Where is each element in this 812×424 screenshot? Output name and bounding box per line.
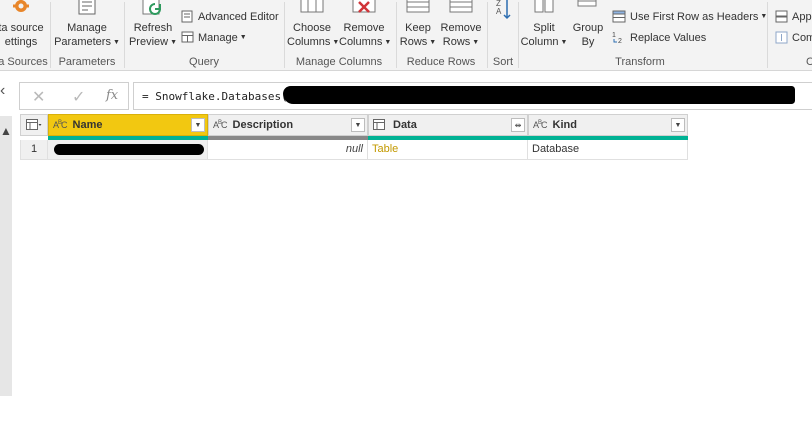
keep-rows-icon xyxy=(405,0,431,18)
collapse-queries-pane-icon[interactable]: ‹ xyxy=(0,82,5,100)
filter-dropdown-icon[interactable]: ▼ xyxy=(671,118,685,132)
group-by-label-2: By xyxy=(581,36,595,48)
svg-text:2: 2 xyxy=(618,38,622,44)
expand-column-icon[interactable]: ⇹ xyxy=(511,118,525,132)
manage-parameters-label-1: Manage xyxy=(67,22,107,34)
formula-bar-buttons: ✕ ✓ fx xyxy=(19,82,129,110)
cell-name-redaction xyxy=(54,144,204,155)
column-header-data[interactable]: Data ⇹ xyxy=(368,114,528,136)
manage-label: Manage xyxy=(198,31,238,44)
remove-columns-label-2: Columns ▼ xyxy=(339,36,392,48)
first-row-headers-icon xyxy=(612,10,626,23)
manage-table-icon xyxy=(181,31,194,43)
remove-rows-label-1: Remove xyxy=(440,22,482,34)
use-first-row-as-headers-button[interactable]: Use First Row as Headers ▼ xyxy=(612,10,767,23)
choose-columns-label-2: Columns ▼ xyxy=(287,36,340,48)
data-source-settings-icon xyxy=(10,0,32,18)
replace-values-icon: 12 xyxy=(612,32,622,44)
remove-columns-icon xyxy=(351,0,377,20)
remove-rows-label-2: Rows ▼ xyxy=(442,36,480,48)
append-queries-button[interactable]: App xyxy=(775,10,812,23)
cancel-formula-icon[interactable]: ✕ xyxy=(32,87,45,107)
group-label-combine: C xyxy=(800,56,812,68)
formula-redaction xyxy=(283,86,795,104)
ribbon-separator xyxy=(518,2,519,68)
group-label-parameters: Parameters xyxy=(58,56,116,68)
column-header-kind[interactable]: ABC Kind ▼ xyxy=(528,114,688,136)
ribbon-separator xyxy=(487,2,488,68)
group-label-data-sources: a Sources xyxy=(0,56,48,68)
ribbon: ta source ettings a Sources Manage Param… xyxy=(0,0,812,71)
commit-formula-icon[interactable]: ✓ xyxy=(72,87,85,107)
replace-values-button[interactable]: 12 Replace Values xyxy=(612,31,707,45)
cell-kind[interactable]: Database xyxy=(528,140,688,160)
filter-dropdown-icon[interactable]: ▼ xyxy=(191,118,205,132)
cell-description[interactable]: null xyxy=(208,140,368,160)
ribbon-separator xyxy=(124,2,125,68)
use-first-row-label: Use First Row as Headers xyxy=(630,10,759,23)
group-by-icon xyxy=(576,0,600,18)
ribbon-separator xyxy=(396,2,397,68)
advanced-editor-label: Advanced Editor xyxy=(198,10,279,23)
choose-columns-icon xyxy=(299,0,325,18)
keep-rows-label-2: Rows ▼ xyxy=(399,36,437,48)
combine-files-button[interactable]: Com xyxy=(775,31,812,44)
append-label: App xyxy=(792,10,812,23)
group-label-query: Query xyxy=(189,56,219,68)
refresh-preview-label-2: Preview ▼ xyxy=(128,36,178,48)
split-column-label-1: Split xyxy=(533,22,555,34)
scroll-up-icon[interactable]: ▲ xyxy=(0,124,12,138)
combine-files-icon xyxy=(775,31,788,44)
table-corner-menu[interactable] xyxy=(20,114,48,136)
advanced-editor-button[interactable]: Advanced Editor xyxy=(181,10,279,23)
cell-name[interactable] xyxy=(48,140,208,160)
ribbon-separator xyxy=(767,2,768,68)
data-source-settings-label-1: ta source xyxy=(0,22,44,34)
column-name-label: Name xyxy=(72,119,103,131)
group-label-sort: Sort xyxy=(492,56,514,68)
filter-dropdown-icon[interactable]: ▼ xyxy=(351,118,365,132)
group-by-label-1: Group xyxy=(572,22,604,34)
cell-data-table-link[interactable]: Table xyxy=(368,140,528,160)
column-header-description[interactable]: ABC Description ▼ xyxy=(208,114,368,136)
remove-rows-icon xyxy=(448,0,474,18)
choose-columns-label-1: Choose xyxy=(293,22,331,34)
group-label-reduce-rows: Reduce Rows xyxy=(406,56,476,68)
data-source-settings-label-2: ettings xyxy=(4,36,38,48)
refresh-icon xyxy=(141,0,165,20)
formula-text: = Snowflake.Databases( xyxy=(142,90,288,103)
column-header-name[interactable]: ABC Name ▼ xyxy=(48,114,208,136)
column-data-label: Data xyxy=(393,119,417,131)
refresh-preview-label-1: Refresh xyxy=(133,22,173,34)
ribbon-separator xyxy=(50,2,51,68)
manage-parameters-label-2: Parameters ▼ xyxy=(54,36,120,48)
remove-columns-label-1: Remove xyxy=(343,22,385,34)
table-type-icon xyxy=(373,118,385,132)
column-kind-label: Kind xyxy=(552,119,577,131)
append-icon xyxy=(775,10,788,23)
split-column-icon xyxy=(531,0,557,18)
row-number[interactable]: 1 xyxy=(20,140,48,160)
column-description-label: Description xyxy=(232,119,294,131)
split-column-label-2: Column ▼ xyxy=(520,36,568,48)
svg-text:A: A xyxy=(496,7,502,16)
group-label-manage-columns: Manage Columns xyxy=(295,56,383,68)
text-type-icon: ABC xyxy=(213,120,227,130)
group-label-transform: Transform xyxy=(615,56,665,68)
query-settings-strip xyxy=(0,116,12,396)
ribbon-separator xyxy=(284,2,285,68)
parameters-icon xyxy=(76,0,98,20)
combine-label: Com xyxy=(792,31,812,44)
replace-values-label: Replace Values xyxy=(630,31,707,44)
svg-text:1: 1 xyxy=(612,32,616,39)
fx-icon[interactable]: fx xyxy=(106,88,118,103)
table-menu-icon xyxy=(26,119,42,130)
text-type-icon: ABC xyxy=(533,120,547,130)
sort-descending-icon: ZA xyxy=(495,0,511,26)
text-type-icon: ABC xyxy=(53,120,67,130)
advanced-editor-icon xyxy=(181,10,193,23)
keep-rows-label-1: Keep xyxy=(405,22,431,34)
manage-button[interactable]: Manage ▼ xyxy=(181,31,247,44)
